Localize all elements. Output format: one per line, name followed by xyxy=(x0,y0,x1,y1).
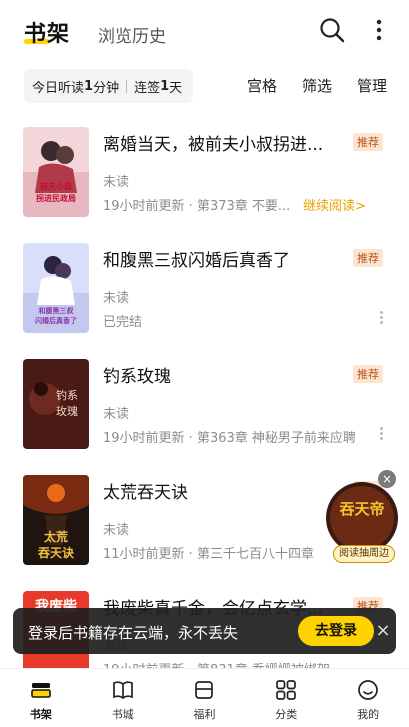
recommend-badge: 推荐 xyxy=(353,365,383,383)
manage-button[interactable]: 管理 xyxy=(357,75,387,96)
read-status: 未读 xyxy=(103,407,130,422)
gift-icon xyxy=(195,681,214,699)
tab-history[interactable]: 浏览历史 xyxy=(98,22,166,47)
svg-text:前夫小叔: 前夫小叔 xyxy=(40,181,73,191)
update-info: 已完结 xyxy=(103,315,143,330)
book-icon xyxy=(112,681,133,700)
nav-bookshelf[interactable]: 书架 xyxy=(0,669,82,727)
filter-button[interactable]: 筛选 xyxy=(302,75,332,96)
more-vertical-icon[interactable] xyxy=(375,425,387,443)
book-cover: 和腹黑三叔 闪婚后真香了 xyxy=(23,243,89,333)
close-icon[interactable]: × xyxy=(373,621,393,641)
read-status: 未读 xyxy=(103,175,130,190)
bottom-nav: 书架 书城 福利 分类 我的 xyxy=(0,668,409,727)
update-info: 11小时前更新 · 第三千七百八十四章 xyxy=(103,547,314,562)
read-status: 未读 xyxy=(103,291,130,306)
svg-text:和腹黑三叔: 和腹黑三叔 xyxy=(38,306,75,315)
promo-button[interactable]: 阅读抽周边 xyxy=(333,545,395,563)
update-info: 19小时前更新 · 第363章 神秘男子前来应聘 xyxy=(103,431,356,446)
bookshelf-icon xyxy=(31,683,51,698)
grid-view-button[interactable]: 宫格 xyxy=(247,75,277,96)
book-title: 和腹黑三叔闪婚后真香了 xyxy=(103,251,290,271)
update-info: 19小时前更新 · 第373章 不要... xyxy=(103,199,291,214)
listen-value: 1 xyxy=(84,78,94,94)
listen-unit: 分钟 xyxy=(93,80,120,96)
nav-profile[interactable]: 我的 xyxy=(327,669,409,727)
nav-label: 书架 xyxy=(29,708,52,721)
header: 书架 浏览历史 xyxy=(0,0,409,66)
nav-bookstore[interactable]: 书城 xyxy=(82,669,164,727)
nav-label: 我的 xyxy=(357,708,380,721)
listen-prefix: 今日听读 xyxy=(32,80,85,96)
book-cover: 前夫小叔 拐进民政局 xyxy=(23,127,89,217)
more-vertical-icon[interactable] xyxy=(368,16,390,44)
svg-text:玫瑰: 玫瑰 xyxy=(56,404,78,418)
book-cover: 太荒 吞天诀 xyxy=(23,475,89,565)
shelf-actions: 宫格 筛选 管理 xyxy=(247,75,387,96)
reading-stats-bar[interactable]: 今日听读 1 分钟 连签 1 天 xyxy=(24,69,193,103)
nav-label: 分类 xyxy=(275,708,298,721)
nav-label: 书城 xyxy=(111,708,134,721)
nav-label: 福利 xyxy=(193,708,216,721)
book-item[interactable]: 钓系 玫瑰 钓系玫瑰 推荐 未读 19小时前更新 · 第363章 神秘男子前来应… xyxy=(0,359,409,467)
recommend-badge: 推荐 xyxy=(353,133,383,151)
book-title: 钓系玫瑰 xyxy=(103,367,171,387)
divider xyxy=(126,79,128,93)
svg-text:拐进民政局: 拐进民政局 xyxy=(36,193,76,203)
streak-value: 1 xyxy=(160,78,170,94)
login-toast: 登录后书籍存在云端，永不丢失 去登录 × xyxy=(13,608,396,654)
book-item[interactable]: 前夫小叔 拐进民政局 离婚当天，被前夫小叔拐进... 推荐 未读 19小时前更新… xyxy=(0,127,409,235)
streak-prefix: 连签 xyxy=(134,80,161,96)
streak-unit: 天 xyxy=(169,80,183,96)
close-icon[interactable]: × xyxy=(378,470,396,488)
continue-reading-link[interactable]: 继续阅读> xyxy=(303,195,366,214)
book-title: 离婚当天，被前夫小叔拐进... xyxy=(103,135,324,155)
nav-welfare[interactable]: 福利 xyxy=(164,669,246,727)
book-item[interactable]: 和腹黑三叔 闪婚后真香了 和腹黑三叔闪婚后真香了 推荐 未读 已完结 xyxy=(0,243,409,351)
toast-message: 登录后书籍存在云端，永不丢失 xyxy=(28,624,239,642)
book-title: 太荒吞天诀 xyxy=(103,483,188,503)
grid-icon xyxy=(276,680,297,700)
svg-text:钓系: 钓系 xyxy=(56,388,78,402)
more-vertical-icon[interactable] xyxy=(375,309,387,327)
search-icon[interactable] xyxy=(318,16,346,44)
svg-text:太荒: 太荒 xyxy=(44,529,68,544)
read-status: 未读 xyxy=(103,523,130,538)
nav-category[interactable]: 分类 xyxy=(245,669,327,727)
login-button[interactable]: 去登录 xyxy=(298,616,374,646)
promo-title: 吞天帝 xyxy=(338,500,384,518)
tab-bookshelf[interactable]: 书架 xyxy=(24,16,70,48)
book-cover: 钓系 玫瑰 xyxy=(23,359,89,449)
svg-text:闪婚后真香了: 闪婚后真香了 xyxy=(35,316,77,325)
recommend-badge: 推荐 xyxy=(353,249,383,267)
svg-text:吞天诀: 吞天诀 xyxy=(38,545,75,560)
smile-icon xyxy=(358,680,378,700)
